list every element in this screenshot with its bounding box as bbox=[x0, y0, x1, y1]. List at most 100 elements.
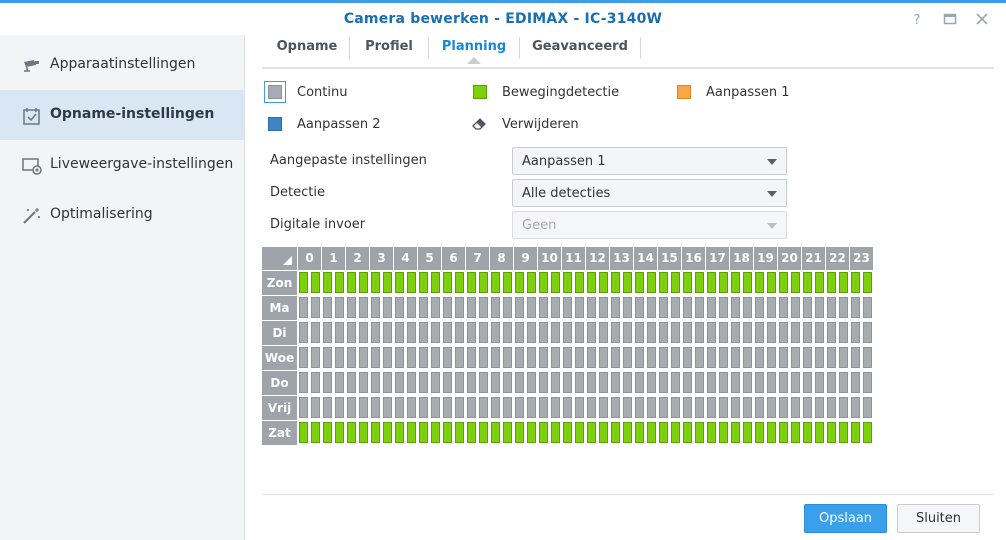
schedule-cell[interactable] bbox=[467, 297, 476, 318]
schedule-cell[interactable] bbox=[683, 372, 692, 393]
schedule-cell[interactable] bbox=[659, 422, 668, 443]
schedule-cell[interactable] bbox=[647, 297, 656, 318]
schedule-cell[interactable] bbox=[623, 372, 632, 393]
schedule-cell[interactable] bbox=[731, 272, 740, 293]
hour-header[interactable]: 14 bbox=[634, 247, 657, 270]
schedule-cell[interactable] bbox=[707, 297, 716, 318]
detection-select[interactable]: Alle detecties bbox=[512, 179, 787, 207]
schedule-cell[interactable] bbox=[839, 322, 848, 343]
schedule-cell[interactable] bbox=[635, 397, 644, 418]
schedule-cell[interactable] bbox=[767, 272, 776, 293]
schedule-cell[interactable] bbox=[359, 422, 368, 443]
schedule-cell[interactable] bbox=[503, 422, 512, 443]
schedule-cell[interactable] bbox=[659, 272, 668, 293]
schedule-cell[interactable] bbox=[347, 422, 356, 443]
schedule-cell[interactable] bbox=[299, 322, 308, 343]
schedule-cell[interactable] bbox=[683, 322, 692, 343]
schedule-cell[interactable] bbox=[479, 422, 488, 443]
schedule-cell[interactable] bbox=[323, 322, 332, 343]
hour-header[interactable]: 23 bbox=[850, 247, 873, 270]
schedule-cell[interactable] bbox=[455, 372, 464, 393]
legend-item-custom2[interactable]: Aanpassen 2 bbox=[268, 117, 468, 135]
help-icon[interactable]: ? bbox=[909, 11, 925, 28]
schedule-cell[interactable] bbox=[479, 347, 488, 368]
schedule-cell[interactable] bbox=[599, 422, 608, 443]
schedule-cell[interactable] bbox=[395, 297, 404, 318]
schedule-cell[interactable] bbox=[551, 322, 560, 343]
schedule-cell[interactable] bbox=[431, 297, 440, 318]
schedule-cell[interactable] bbox=[623, 397, 632, 418]
schedule-cell[interactable] bbox=[323, 397, 332, 418]
legend-item-delete[interactable]: Verwijderen bbox=[471, 115, 671, 133]
schedule-cell[interactable] bbox=[515, 322, 524, 343]
schedule-cell[interactable] bbox=[695, 272, 704, 293]
schedule-cell[interactable] bbox=[803, 372, 812, 393]
schedule-cell[interactable] bbox=[359, 372, 368, 393]
schedule-cell[interactable] bbox=[455, 422, 464, 443]
schedule-cell[interactable] bbox=[371, 272, 380, 293]
schedule-cell[interactable] bbox=[299, 347, 308, 368]
schedule-cell[interactable] bbox=[527, 372, 536, 393]
schedule-cell[interactable] bbox=[419, 422, 428, 443]
schedule-cell[interactable] bbox=[671, 422, 680, 443]
schedule-cell[interactable] bbox=[719, 322, 728, 343]
legend-item-continuous[interactable]: Continu bbox=[268, 85, 468, 103]
schedule-cell[interactable] bbox=[695, 297, 704, 318]
schedule-cell[interactable] bbox=[659, 372, 668, 393]
schedule-cell[interactable] bbox=[419, 272, 428, 293]
schedule-cell[interactable] bbox=[791, 372, 800, 393]
schedule-cell[interactable] bbox=[335, 272, 344, 293]
sidebar-item-recording-settings[interactable]: Opname-instellingen bbox=[0, 90, 245, 140]
schedule-cell[interactable] bbox=[515, 372, 524, 393]
schedule-cell[interactable] bbox=[371, 422, 380, 443]
schedule-cell[interactable] bbox=[551, 347, 560, 368]
schedule-cell[interactable] bbox=[803, 297, 812, 318]
schedule-cell[interactable] bbox=[815, 397, 824, 418]
schedule-cell[interactable] bbox=[743, 297, 752, 318]
schedule-cell[interactable] bbox=[623, 272, 632, 293]
schedule-cell[interactable] bbox=[335, 397, 344, 418]
schedule-cell[interactable] bbox=[503, 397, 512, 418]
schedule-cell[interactable] bbox=[323, 422, 332, 443]
schedule-cell[interactable] bbox=[563, 272, 572, 293]
schedule-cell[interactable] bbox=[395, 272, 404, 293]
schedule-cell[interactable] bbox=[683, 272, 692, 293]
schedule-cell[interactable] bbox=[479, 322, 488, 343]
schedule-cell[interactable] bbox=[635, 372, 644, 393]
schedule-cell[interactable] bbox=[623, 422, 632, 443]
hour-header[interactable]: 20 bbox=[778, 247, 801, 270]
close-button[interactable]: Sluiten bbox=[897, 504, 980, 533]
tab-recording[interactable]: Opname bbox=[265, 35, 349, 67]
schedule-cell[interactable] bbox=[671, 347, 680, 368]
schedule-cell[interactable] bbox=[395, 347, 404, 368]
schedule-cell[interactable] bbox=[563, 422, 572, 443]
schedule-cell[interactable] bbox=[851, 347, 860, 368]
schedule-cell[interactable] bbox=[611, 272, 620, 293]
save-button[interactable]: Opslaan bbox=[804, 504, 887, 533]
schedule-cell[interactable] bbox=[407, 372, 416, 393]
schedule-cell[interactable] bbox=[707, 422, 716, 443]
schedule-cell[interactable] bbox=[695, 322, 704, 343]
schedule-cell[interactable] bbox=[383, 347, 392, 368]
schedule-cell[interactable] bbox=[347, 372, 356, 393]
schedule-cell[interactable] bbox=[683, 422, 692, 443]
schedule-cell[interactable] bbox=[635, 297, 644, 318]
schedule-cell[interactable] bbox=[323, 347, 332, 368]
schedule-cell[interactable] bbox=[359, 347, 368, 368]
schedule-cell[interactable] bbox=[347, 322, 356, 343]
schedule-cell[interactable] bbox=[755, 372, 764, 393]
schedule-cell[interactable] bbox=[539, 422, 548, 443]
schedule-cell[interactable] bbox=[803, 347, 812, 368]
schedule-cell[interactable] bbox=[647, 422, 656, 443]
schedule-cell[interactable] bbox=[527, 272, 536, 293]
schedule-cell[interactable] bbox=[767, 397, 776, 418]
schedule-cell[interactable] bbox=[731, 347, 740, 368]
schedule-cell[interactable] bbox=[683, 347, 692, 368]
hour-header[interactable]: 8 bbox=[490, 247, 513, 270]
schedule-cell[interactable] bbox=[779, 322, 788, 343]
schedule-cell[interactable] bbox=[431, 272, 440, 293]
schedule-cell[interactable] bbox=[791, 422, 800, 443]
day-header[interactable]: Zon bbox=[262, 271, 297, 295]
schedule-cell[interactable] bbox=[467, 422, 476, 443]
schedule-cell[interactable] bbox=[467, 347, 476, 368]
